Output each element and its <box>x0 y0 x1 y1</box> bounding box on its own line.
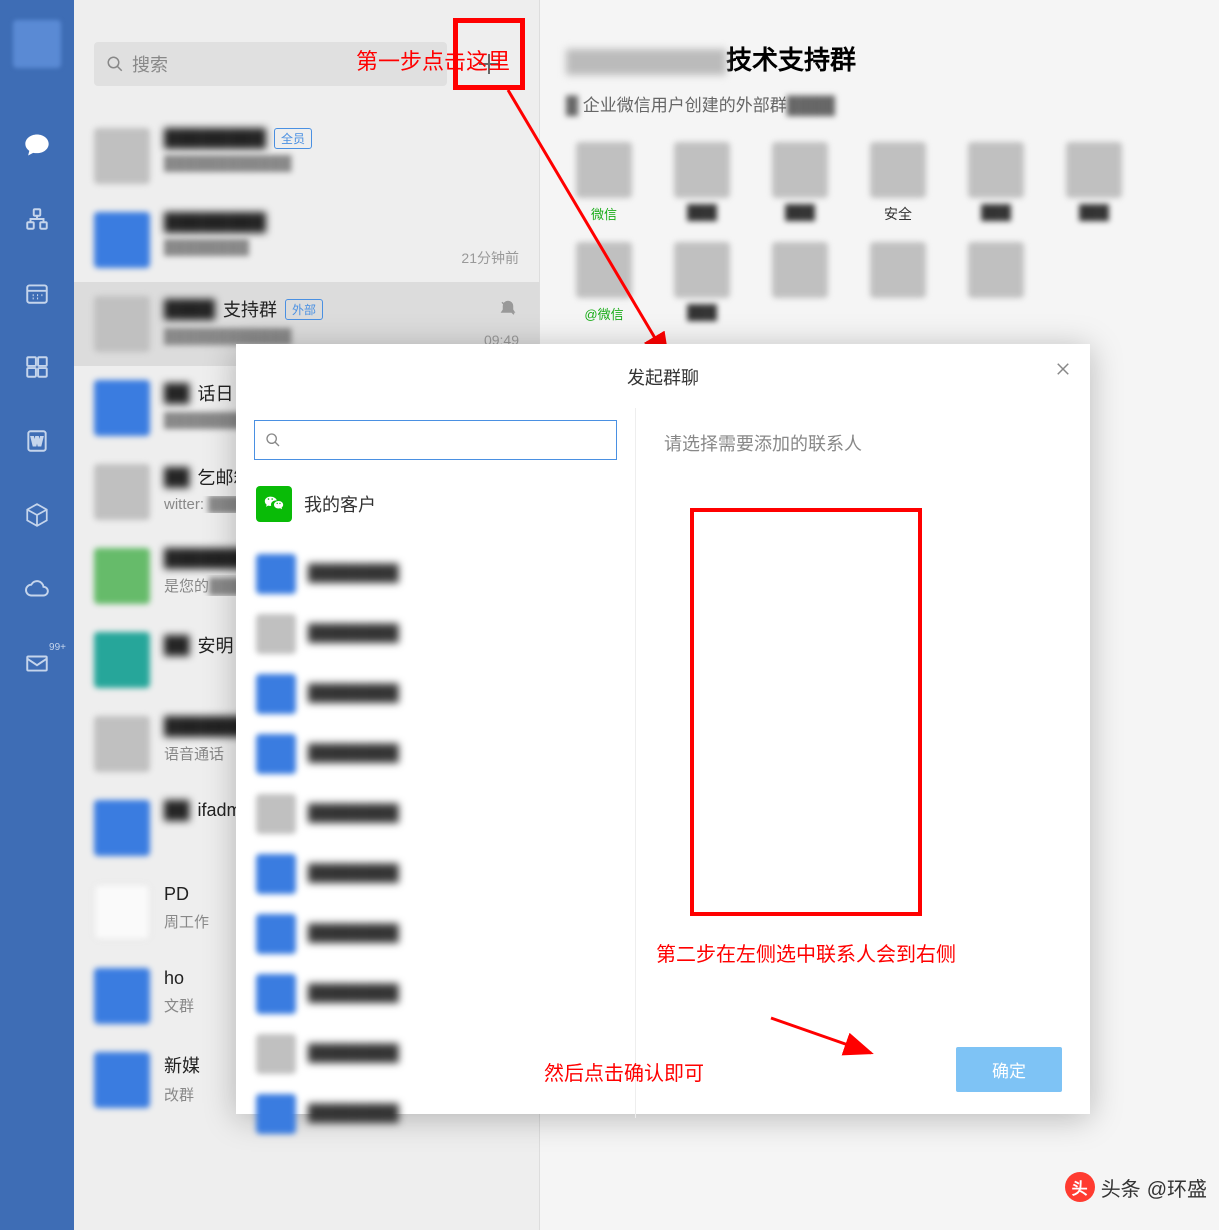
org-icon[interactable] <box>22 204 52 234</box>
wechat-icon <box>256 486 292 522</box>
close-icon[interactable] <box>1054 360 1072 383</box>
contact-item[interactable]: ████████ <box>254 1084 617 1144</box>
contact-item[interactable]: ████████ <box>254 844 617 904</box>
member-item[interactable] <box>958 242 1034 323</box>
watermark: 头 头条@环盛 <box>1065 1172 1207 1202</box>
members-grid: 微信 ███ ███ 安全 ███ ███ @微信 ███ <box>566 142 1189 323</box>
contact-item[interactable]: ████████ <box>254 604 617 664</box>
modal-search-input[interactable] <box>254 420 617 460</box>
modal-title: 发起群聊 <box>236 344 1090 408</box>
annotation-step2-text: 第二步在左侧选中联系人会到右侧 <box>656 938 956 967</box>
contact-item[interactable]: ████████ <box>254 544 617 604</box>
search-placeholder: 搜索 <box>132 51 168 77</box>
watermark-icon: 头 <box>1065 1172 1095 1202</box>
selection-hint: 请选择需要添加的联系人 <box>664 430 1062 456</box>
tag-external: 外部 <box>285 299 323 320</box>
apps-icon[interactable] <box>22 352 52 382</box>
chat-icon[interactable] <box>22 130 52 160</box>
search-input[interactable]: 搜索 <box>94 42 447 86</box>
member-item[interactable]: 安全 <box>860 142 936 224</box>
category-my-customers[interactable]: 我的客户 <box>254 476 617 532</box>
member-item[interactable]: ███ <box>958 142 1034 224</box>
modal-left-panel: 我的客户 ███████████████████████████████████… <box>236 408 636 1118</box>
calendar-icon[interactable] <box>22 278 52 308</box>
docs-icon[interactable]: W <box>22 426 52 456</box>
group-subtitle: █ 企业微信用户创建的外部群████ <box>566 91 1189 116</box>
user-avatar[interactable] <box>13 20 61 68</box>
member-item[interactable]: ███ <box>1056 142 1132 224</box>
member-item[interactable] <box>762 242 838 323</box>
member-item[interactable]: ███ <box>762 142 838 224</box>
cube-icon[interactable] <box>22 500 52 530</box>
category-label: 我的客户 <box>304 491 376 517</box>
member-item[interactable]: @微信 <box>566 242 642 323</box>
mail-badge: 99+ <box>49 642 66 653</box>
contact-item[interactable]: ████████ <box>254 724 617 784</box>
modal-right-panel: 请选择需要添加的联系人 第二步在左侧选中联系人会到右侧 然后点击确认即可 确定 <box>636 408 1090 1118</box>
add-button[interactable] <box>459 34 519 94</box>
chat-item[interactable]: ████████████████ 21分钟前 <box>74 198 539 282</box>
member-item[interactable]: ███ <box>664 142 740 224</box>
annotation-step3-text: 然后点击确认即可 <box>544 1057 704 1086</box>
chat-detail-panel: 技术支持群 █ 企业微信用户创建的外部群████ 微信 ███ ███ 安全 █… <box>540 0 1219 323</box>
tag-all-staff: 全员 <box>274 128 312 149</box>
contact-item[interactable]: ████████ <box>254 964 617 1024</box>
svg-text:W: W <box>31 434 43 448</box>
annotation-arrow-2 <box>766 1008 886 1068</box>
chat-time: 21分钟前 <box>461 248 519 268</box>
annotation-step2-box <box>690 508 922 916</box>
contact-item[interactable]: ████████ <box>254 664 617 724</box>
mail-icon[interactable]: 99+ <box>22 648 52 678</box>
nav-sidebar: W 99+ <box>0 0 74 1230</box>
mute-icon <box>499 300 517 323</box>
member-item[interactable]: 微信 <box>566 142 642 224</box>
member-item[interactable] <box>860 242 936 323</box>
contact-item[interactable]: ████████ <box>254 904 617 964</box>
create-group-modal: 发起群聊 我的客户 ██████████████████████████████… <box>236 344 1090 1114</box>
contact-item[interactable]: ████████ <box>254 784 617 844</box>
chat-item[interactable]: ████████全员 ████████████ <box>74 114 539 198</box>
group-title: 技术支持群 <box>566 40 1189 77</box>
cloud-icon[interactable] <box>22 574 52 604</box>
confirm-button[interactable]: 确定 <box>956 1047 1062 1092</box>
contact-list: ████████████████████████████████████████… <box>254 544 617 1144</box>
member-item[interactable]: ███ <box>664 242 740 323</box>
